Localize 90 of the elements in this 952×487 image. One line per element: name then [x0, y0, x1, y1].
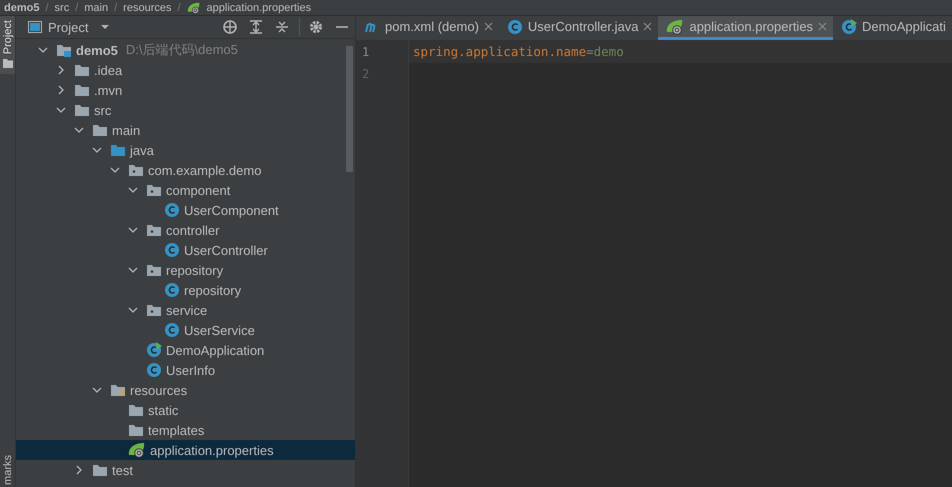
locate-icon — [223, 20, 237, 34]
chevron-right-icon — [74, 465, 84, 475]
close-icon — [643, 22, 652, 31]
expand-all-icon — [249, 20, 263, 34]
tree-item[interactable]: application.properties — [16, 440, 355, 460]
folder-icon — [74, 82, 90, 98]
chevron-down-icon — [128, 305, 138, 315]
tree-item[interactable]: test — [16, 460, 355, 480]
folder-icon — [2, 58, 12, 68]
tree-item[interactable]: UserController — [16, 240, 355, 260]
tree-item[interactable]: component — [16, 180, 355, 200]
expand-all-button[interactable] — [247, 18, 265, 36]
line-number: 1 — [361, 44, 370, 61]
class-icon — [164, 282, 180, 298]
module-folder-icon — [56, 42, 72, 58]
project-view-dropdown[interactable]: Project — [28, 20, 110, 34]
folder-icon — [92, 122, 108, 138]
window-icon — [28, 21, 42, 33]
breadcrumb-separator: / — [45, 2, 49, 14]
tree-item[interactable]: controller — [16, 220, 355, 240]
tree-item[interactable]: resources — [16, 380, 355, 400]
breadcrumb-separator: / — [114, 2, 118, 14]
runnable-class-icon — [146, 342, 162, 358]
caret-icon — [100, 24, 110, 30]
code-line: spring.application.name=demo — [413, 44, 624, 59]
editor-tab[interactable]: UserController.java — [498, 16, 658, 40]
spring-leaf-icon — [666, 18, 684, 34]
tab-label: UserController.java — [528, 19, 638, 34]
project-tool-tab[interactable]: Project — [0, 16, 15, 74]
class-icon — [506, 18, 523, 34]
tree-item[interactable]: UserInfo — [16, 360, 355, 380]
bookmarks-tool-tab[interactable]: marks — [0, 451, 15, 487]
class-icon — [164, 202, 180, 218]
class-icon — [164, 322, 180, 338]
editor-tab[interactable]: DemoApplicati — [833, 16, 946, 40]
package-icon — [146, 182, 162, 198]
chevron-down-icon — [128, 265, 138, 275]
settings-icon — [309, 20, 323, 34]
breadcrumb-item[interactable]: resources — [123, 2, 172, 14]
tree-item[interactable]: service — [16, 300, 355, 320]
editor-tab[interactable]: application.properties — [658, 16, 834, 40]
folder-icon — [128, 422, 144, 438]
runnable-class-icon — [841, 18, 858, 34]
class-icon — [164, 242, 180, 258]
scrollbar[interactable] — [346, 46, 353, 172]
editor-tab[interactable]: pom.xml (demo) — [356, 16, 499, 40]
folder-icon — [74, 62, 90, 78]
tree-item[interactable]: repository — [16, 260, 355, 280]
tree-item[interactable]: src — [16, 100, 355, 120]
tab-label: pom.xml (demo) — [385, 19, 479, 34]
tree-item[interactable]: .mvn — [16, 80, 355, 100]
package-icon — [128, 162, 144, 178]
folder-icon — [110, 142, 126, 158]
settings-button[interactable] — [299, 18, 325, 36]
tree-item[interactable]: .idea — [16, 60, 355, 80]
package-icon — [146, 302, 162, 318]
breadcrumb-item[interactable]: application.properties — [206, 2, 312, 14]
breadcrumb-item[interactable]: main — [84, 2, 108, 14]
spring-leaf-icon — [128, 442, 146, 458]
tab-label: DemoApplicati — [862, 19, 946, 34]
breadcrumb-separator: / — [75, 2, 78, 14]
tree-item[interactable]: com.example.demo — [16, 160, 355, 180]
resources-folder-icon — [110, 382, 126, 398]
folder-icon — [92, 462, 108, 478]
tree-item[interactable]: repository — [16, 280, 355, 300]
breadcrumb-separator: / — [177, 2, 181, 14]
tree-item[interactable]: demo5 D:\后端代码\demo5 — [16, 40, 355, 60]
tree-item[interactable]: UserComponent — [16, 200, 355, 220]
tree-item[interactable]: UserService — [16, 320, 355, 340]
close-icon — [818, 22, 828, 31]
folder-icon — [74, 102, 90, 118]
class-icon — [146, 362, 162, 378]
tree-item[interactable]: DemoApplication — [16, 340, 355, 360]
tree-item[interactable]: java — [16, 140, 355, 160]
breadcrumb-item[interactable]: src — [54, 2, 70, 14]
tree-item[interactable]: templates — [16, 420, 355, 440]
collapse-all-icon — [275, 20, 289, 34]
chevron-down-icon — [128, 225, 138, 235]
close-icon — [484, 22, 493, 31]
package-icon — [146, 262, 162, 278]
breadcrumb-item[interactable]: demo5 — [4, 2, 40, 14]
tab-label: application.properties — [689, 19, 814, 34]
locate-button[interactable] — [221, 18, 239, 36]
tree-item[interactable]: static — [16, 400, 355, 420]
folder-icon — [128, 402, 144, 418]
chevron-down-icon — [92, 385, 102, 395]
package-icon — [146, 222, 162, 238]
chevron-down-icon — [38, 45, 48, 55]
tree-item[interactable]: main — [16, 120, 355, 140]
path-hint: D:\后端代码\demo5 — [126, 41, 238, 59]
